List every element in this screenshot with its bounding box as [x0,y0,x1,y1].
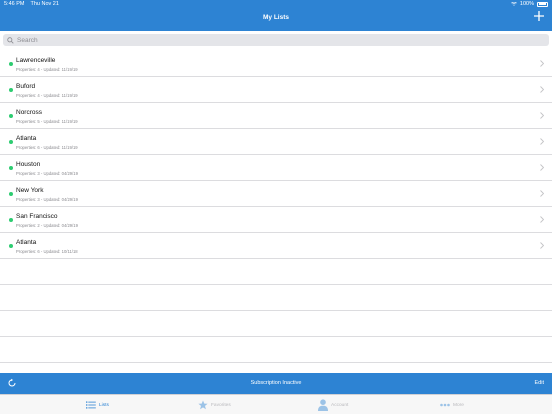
person-icon [318,399,328,411]
list-item-title: Atlanta [16,239,37,246]
tab-label: More [453,402,464,408]
chevron-right-icon [540,164,544,171]
status-date: Thu Nov 21 [30,1,59,7]
tab-lists[interactable]: Lists [86,395,109,415]
empty-row [0,311,552,337]
tab-label: Account [331,402,349,408]
list-item-subtitle: Properties: 4 - Updated: 11/19/19 [16,93,78,98]
edit-button[interactable]: Edit [535,380,544,386]
tab-label: Lists [99,402,109,408]
status-bar-right: 100% [511,1,548,7]
tab-favorites[interactable]: Favorites [198,395,231,415]
list-item-subtitle: Properties: 6 - Updated: 10/11/18 [16,249,78,254]
chevron-right-icon [540,190,544,197]
list-item-subtitle: Properties: 5 - Updated: 11/19/19 [16,119,78,124]
tab-label: Favorites [211,402,231,408]
star-icon [198,400,208,410]
list-item-title: Atlanta [16,135,37,142]
list-item[interactable]: Houston Properties: 3 - Updated: 04/29/1… [0,155,552,181]
subscription-status: Subscription Inactive [250,380,302,386]
list-item-subtitle: Properties: 3 - Updated: 04/29/19 [16,171,78,176]
status-dot [9,192,13,196]
list-item[interactable]: Lawrenceville Properties: 4 - Updated: 1… [0,51,552,77]
page-title: My Lists [262,14,289,21]
status-dot [9,140,13,144]
empty-row [0,259,552,285]
bottom-toolbar: Subscription Inactive Edit [0,373,552,394]
list-item[interactable]: San Francisco Properties: 2 - Updated: 0… [0,207,552,233]
list-item-subtitle: Properties: 6 - Updated: 11/19/19 [16,145,78,150]
wifi-icon [511,2,517,6]
search-input[interactable] [17,36,517,44]
status-dot [9,166,13,170]
search-icon [7,36,14,44]
search-bar-container [0,31,552,49]
navigation-bar: 5:46 PM Thu Nov 21 100% My Lists [0,0,552,31]
status-dot [9,244,13,248]
battery-icon [537,1,548,7]
empty-row [0,285,552,311]
list-item-title: New York [16,187,44,194]
list-item[interactable]: Atlanta Properties: 6 - Updated: 10/11/1… [0,233,552,259]
list-item[interactable]: Buford Properties: 4 - Updated: 11/19/19 [0,77,552,103]
status-bar-time: 5:46 PM Thu Nov 21 [4,1,59,7]
search-bar[interactable] [3,34,549,46]
status-dot [9,62,13,66]
list-item-subtitle: Properties: 4 - Updated: 11/19/19 [16,67,78,72]
status-dot [9,88,13,92]
list-item-subtitle: Properties: 3 - Updated: 04/29/19 [16,197,78,202]
status-time: 5:46 PM [4,1,25,7]
plus-icon[interactable] [533,10,545,22]
tab-bar: Lists Favorites Account More [0,394,552,414]
chevron-right-icon [540,60,544,67]
list-item[interactable]: Atlanta Properties: 6 - Updated: 11/19/1… [0,129,552,155]
list-item-title: San Francisco [16,213,58,220]
tab-account[interactable]: Account [318,395,348,415]
chevron-right-icon [540,112,544,119]
battery-percent: 100% [519,1,534,7]
list-item[interactable]: Norcross Properties: 5 - Updated: 11/19/… [0,103,552,129]
list-item-subtitle: Properties: 2 - Updated: 04/29/19 [16,223,78,228]
chevron-right-icon [540,138,544,145]
list-icon [86,401,96,409]
lists-table: Lawrenceville Properties: 4 - Updated: 1… [0,51,552,373]
list-item-title: Norcross [16,109,43,116]
empty-row [0,337,552,363]
chevron-right-icon [540,86,544,93]
tab-more[interactable]: More [440,395,464,415]
status-dot [9,114,13,118]
chevron-right-icon [540,216,544,223]
list-item-title: Buford [16,83,36,90]
more-icon [440,403,450,407]
list-item-title: Lawrenceville [16,57,56,64]
status-dot [9,218,13,222]
list-item[interactable]: New York Properties: 3 - Updated: 04/29/… [0,181,552,207]
list-item-title: Houston [16,161,41,168]
chevron-right-icon [540,242,544,249]
